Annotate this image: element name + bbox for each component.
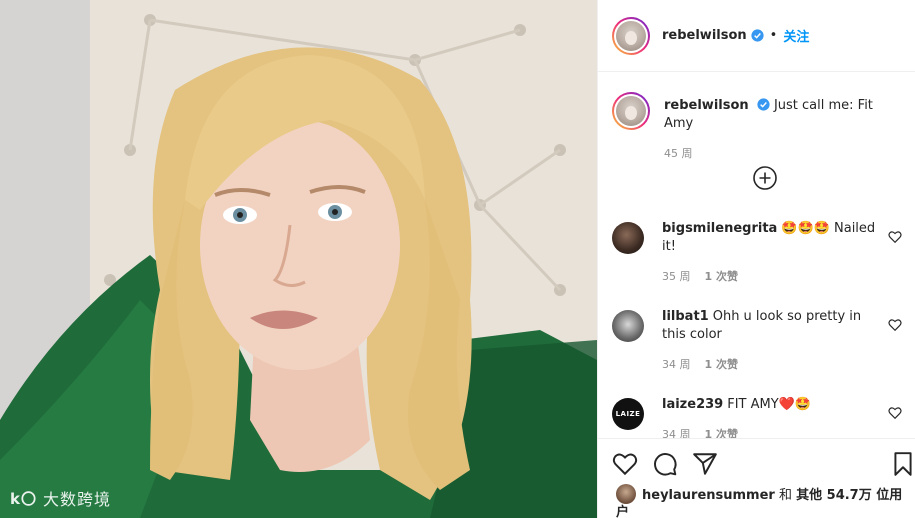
caption-username[interactable]: rebelwilson	[664, 98, 749, 113]
bookmark-save-icon[interactable]	[890, 451, 915, 477]
watermark: k〇 大数跨境	[10, 486, 111, 510]
comment-bubble-icon[interactable]	[652, 451, 678, 477]
verified-badge-icon	[757, 98, 770, 111]
comment-like-count[interactable]: 1 次赞	[705, 356, 738, 374]
comments-list[interactable]: bigsmilenegrita 🤩🤩🤩 Nailed it! 35 周 1 次赞 …	[612, 220, 912, 438]
caption-timestamp[interactable]: 45 周	[664, 145, 901, 161]
comment-like-heart-icon[interactable]	[888, 230, 902, 244]
load-more-comments-icon[interactable]	[753, 166, 777, 190]
post-panel: rebelwilson • 关注 rebelwilson Just call m…	[597, 0, 915, 518]
comment-username[interactable]: laize239	[662, 397, 723, 412]
comment-username[interactable]: bigsmilenegrita	[662, 221, 777, 236]
comment-like-count[interactable]: 1 次赞	[705, 268, 738, 286]
post-actions-bar	[598, 438, 915, 488]
author-avatar[interactable]	[612, 16, 650, 55]
comment-time[interactable]: 34 周	[662, 356, 691, 374]
comment-username[interactable]: lilbat1	[662, 309, 709, 324]
likes-summary: heylaurensummer 和 其他 54.7万 位用户 赞了	[616, 484, 912, 518]
post-header: rebelwilson • 关注	[598, 0, 915, 72]
comment-avatar[interactable]: LAIZE	[612, 398, 644, 430]
comment-text: FIT AMY❤️🤩	[727, 397, 812, 412]
separator-dot: •	[769, 28, 778, 43]
watermark-text: 大数跨境	[42, 490, 111, 509]
comment-time[interactable]: 34 周	[662, 426, 691, 438]
comment-time[interactable]: 35 周	[662, 268, 691, 286]
comment-avatar[interactable]	[612, 310, 644, 342]
likes-and: 和	[778, 488, 792, 503]
comment-like-count[interactable]: 1 次赞	[705, 426, 738, 438]
caption-avatar[interactable]	[612, 92, 650, 130]
liker-username[interactable]: heylaurensummer	[642, 488, 775, 503]
comment-item: lilbat1 Ohh u look so pretty in this colo…	[612, 308, 912, 396]
verified-badge-icon	[751, 29, 764, 42]
comment-avatar[interactable]	[612, 222, 644, 254]
comment-like-heart-icon[interactable]	[888, 318, 902, 332]
author-username[interactable]: rebelwilson	[662, 28, 747, 43]
comment-like-heart-icon[interactable]	[888, 406, 902, 420]
comment-item: bigsmilenegrita 🤩🤩🤩 Nailed it! 35 周 1 次赞	[612, 220, 912, 308]
comment-avatar-logo: LAIZE	[615, 410, 641, 418]
comment-item: LAIZE laize239 FIT AMY❤️🤩 34 周 1 次赞	[612, 396, 912, 438]
share-send-icon[interactable]	[692, 451, 718, 477]
post-photo[interactable]: k〇 大数跨境	[0, 0, 597, 518]
caption-body: rebelwilson Just call me: Fit Amy 45 周	[664, 92, 901, 161]
follow-button[interactable]: 关注	[783, 26, 809, 45]
post-caption: rebelwilson Just call me: Fit Amy 45 周	[598, 72, 915, 161]
liker-avatar[interactable]	[616, 484, 636, 504]
watermark-logo: k〇	[10, 489, 37, 508]
selfie-image	[0, 0, 597, 518]
like-heart-icon[interactable]	[612, 451, 638, 477]
